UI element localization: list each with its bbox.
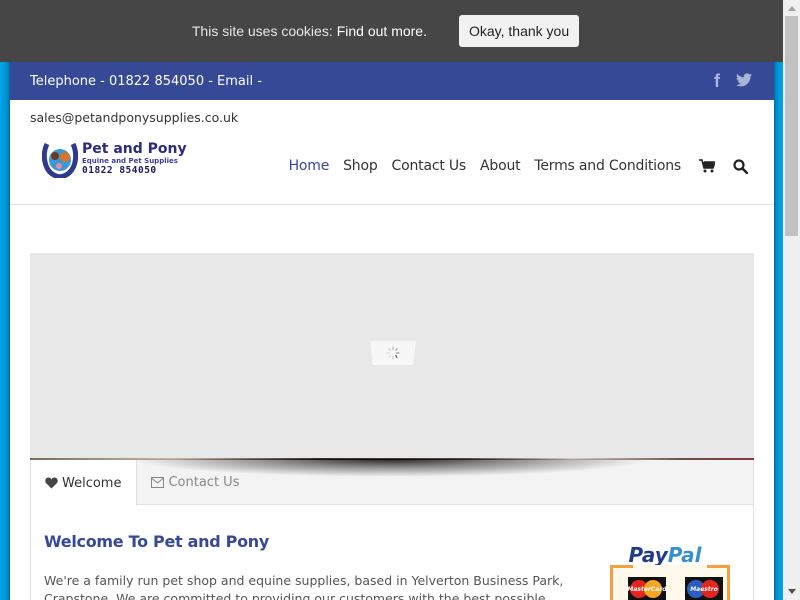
loading-spinner-icon (370, 341, 416, 365)
cookie-accept-button[interactable]: Okay, thank you (458, 15, 580, 47)
cookie-find-out-more-link[interactable]: Find out more. (337, 23, 427, 39)
site-header: sales@petandponysupplies.co.uk Pet and P… (10, 100, 774, 205)
page-container: Telephone - 01822 854050 - Email - f sal… (10, 62, 774, 600)
slider-shadow (130, 459, 650, 477)
scroll-up-arrow-icon[interactable] (783, 0, 800, 17)
social-links: f (714, 71, 752, 92)
paypal-badge[interactable]: PayPal MasterCard Maestro (600, 543, 730, 600)
site-logo[interactable]: Pet and Pony Equine and Pet Supplies 018… (41, 140, 187, 180)
nav-shop[interactable]: Shop (343, 158, 378, 174)
cookie-banner: This site uses cookies: Find out more. O… (0, 0, 783, 62)
hero-slider[interactable] (30, 253, 754, 458)
top-contact-bar: Telephone - 01822 854050 - Email - f (10, 62, 774, 100)
accepted-cards: MasterCard Maestro (610, 565, 730, 600)
cart-icon[interactable] (699, 159, 715, 173)
page-background-right (774, 62, 783, 600)
scroll-down-arrow-icon[interactable] (783, 583, 800, 600)
logo-phone: 01822 854050 (82, 165, 157, 177)
paypal-logo: PayPal (628, 543, 702, 567)
heart-icon (45, 477, 58, 489)
vertical-scrollbar[interactable] (783, 0, 800, 600)
nav-terms[interactable]: Terms and Conditions (534, 158, 681, 174)
scrollbar-thumb[interactable] (785, 16, 798, 236)
contact-email[interactable]: sales@petandponysupplies.co.uk (30, 110, 238, 125)
logo-subtitle: Equine and Pet Supplies (82, 157, 178, 166)
cookie-message: This site uses cookies: (191, 23, 333, 39)
search-icon[interactable] (733, 158, 748, 174)
nav-about[interactable]: About (480, 158, 521, 174)
contact-info: Telephone - 01822 854050 - Email - (30, 73, 262, 89)
nav-contact-us[interactable]: Contact Us (392, 158, 467, 174)
tab-contact-us-label: Contact Us (168, 475, 240, 490)
tab-welcome-label: Welcome (62, 475, 122, 491)
nav-home[interactable]: Home (289, 158, 330, 174)
mastercard-icon: MasterCard (627, 577, 667, 600)
welcome-text: We're a family run pet shop and equine s… (44, 573, 564, 600)
welcome-heading: Welcome To Pet and Pony (44, 532, 269, 551)
facebook-icon[interactable]: f (714, 71, 720, 92)
maestro-icon: Maestro (685, 577, 723, 600)
logo-title: Pet and Pony (82, 141, 187, 158)
envelope-icon (151, 477, 165, 488)
horseshoe-logo-icon (41, 140, 79, 180)
page-background-left (0, 62, 10, 600)
twitter-icon[interactable] (736, 72, 752, 91)
main-nav: Home Shop Contact Us About Terms and Con… (275, 158, 748, 174)
tab-welcome[interactable]: Welcome (31, 460, 138, 506)
